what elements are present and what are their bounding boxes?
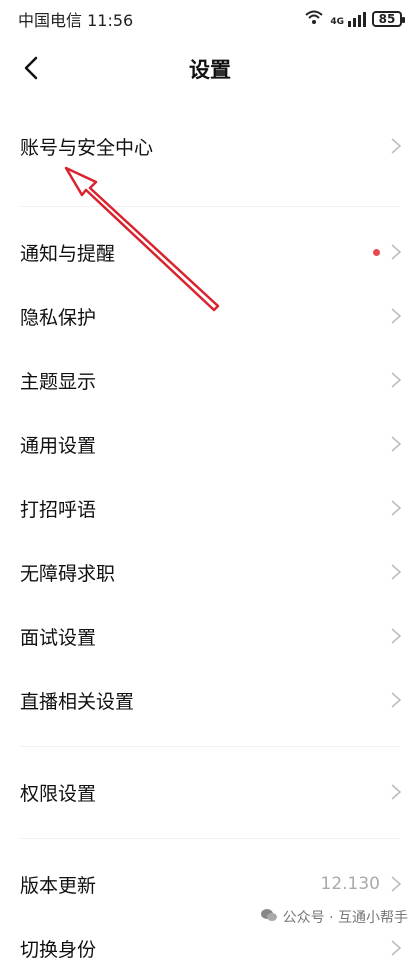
settings-item-live[interactable]: 直播相关设置 [0,668,420,732]
settings-item-label: 通知与提醒 [20,242,116,265]
row-right [390,435,402,453]
row-right [390,137,402,155]
battery-level: 85 [378,12,396,26]
row-right [390,783,402,801]
chevron-right-icon [391,692,402,708]
chevron-right-icon [391,138,402,154]
row-right [373,243,402,261]
settings-item-permissions[interactable]: 权限设置 [0,760,420,824]
settings-item-label: 隐私保护 [20,306,97,329]
divider [0,192,420,220]
chevron-right-icon [391,876,402,892]
settings-item-label: 切换身份 [20,938,97,961]
chevron-right-icon [391,500,402,516]
divider [0,732,420,760]
chevron-right-icon [391,436,402,452]
row-right [390,499,402,517]
status-bar: 中国电信 11:56 4G 85 [0,0,420,38]
watermark-text: 公众号 · 互通小帮手 [282,910,408,926]
chevron-right-icon [391,564,402,580]
divider-line [20,745,400,747]
settings-item-general[interactable]: 通用设置 [0,412,420,476]
settings-item-label: 版本更新 [20,874,97,897]
chevron-right-icon [391,784,402,800]
wifi-icon [304,9,324,29]
settings-item-notifications[interactable]: 通知与提醒 [0,220,420,284]
signal-label: 4G [330,16,344,27]
settings-item-label: 权限设置 [20,782,97,805]
settings-list: 账号与安全中心 通知与提醒 隐私保护 主题显示 通用设置 打招呼语 无障碍求职 … [0,100,420,980]
row-right: 12.130 [321,874,402,894]
chevron-left-icon [24,56,38,80]
settings-item-theme[interactable]: 主题显示 [0,348,420,412]
settings-item-label: 直播相关设置 [20,690,135,713]
status-left: 中国电信 11:56 [18,7,133,31]
page-title: 设置 [189,58,231,82]
settings-item-label: 打招呼语 [20,498,97,521]
chevron-right-icon [391,244,402,260]
wechat-icon [260,908,277,926]
row-right [390,691,402,709]
row-right [390,563,402,581]
row-right [390,939,402,957]
divider-line [20,837,400,839]
settings-item-privacy[interactable]: 隐私保护 [0,284,420,348]
chevron-right-icon [391,940,402,956]
settings-item-accessibility[interactable]: 无障碍求职 [0,540,420,604]
battery-icon: 85 [372,11,405,27]
version-value: 12.130 [320,874,380,894]
nav-bar: 设置 [0,38,420,100]
row-right [390,371,402,389]
notification-dot [373,248,380,256]
chevron-right-icon [391,372,402,388]
chevron-right-icon [391,628,402,644]
signal-icon: 4G [330,11,366,27]
settings-item-greeting[interactable]: 打招呼语 [0,476,420,540]
settings-item-label: 账号与安全中心 [20,136,154,159]
row-right [390,627,402,645]
divider-line [20,205,400,207]
settings-item-label: 通用设置 [20,434,97,457]
row-right [390,307,402,325]
settings-item-label: 主题显示 [20,370,97,393]
back-button[interactable] [20,56,44,80]
divider [0,824,420,852]
status-right: 4G 85 [304,9,405,29]
chevron-right-icon [391,308,402,324]
settings-item-label: 面试设置 [20,626,97,649]
watermark: 公众号 · 互通小帮手 [260,907,408,927]
carrier-time: 中国电信 11:56 [18,11,134,30]
settings-item-label: 无障碍求职 [20,562,116,585]
settings-item-interview[interactable]: 面试设置 [0,604,420,668]
settings-item-account-security[interactable]: 账号与安全中心 [0,100,420,192]
